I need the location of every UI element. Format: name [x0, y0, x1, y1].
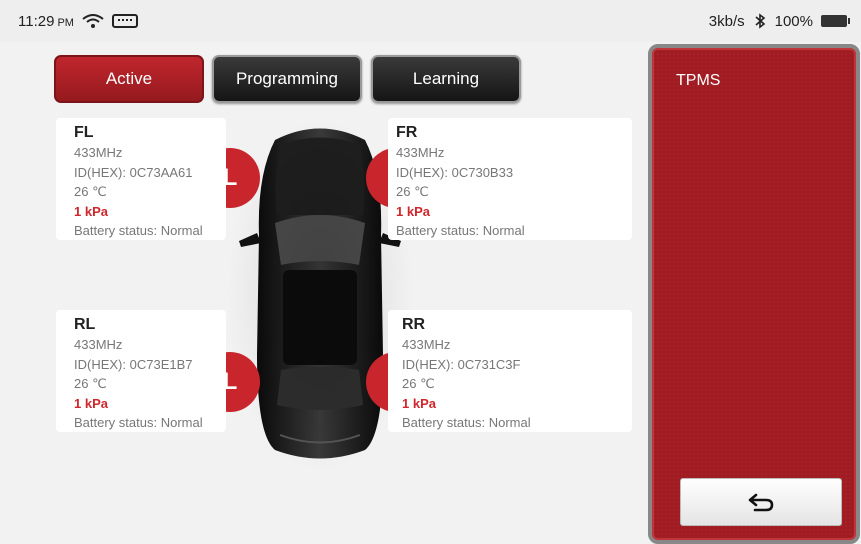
keyboard-icon: [111, 14, 138, 28]
back-arrow-icon: [748, 493, 774, 512]
clock-time: 11:29: [18, 12, 55, 30]
back-button[interactable]: [680, 478, 842, 526]
tire-temperature: 26 ℃: [396, 184, 429, 199]
tire-temperature: 26 ℃: [74, 184, 107, 199]
status-left: 11:29 PM: [18, 13, 138, 30]
wifi-icon: [82, 14, 104, 28]
tire-temperature: 26 ℃: [402, 376, 435, 391]
tire-id: ID(HEX): 0C731C3F: [402, 356, 521, 372]
tire-card-fr[interactable]: FR 433MHz ID(HEX): 0C730B33 26 ℃ 1 kPa B…: [388, 118, 632, 240]
tire-position: FL: [74, 124, 94, 141]
tab-programming[interactable]: Programming: [212, 55, 362, 103]
tire-pressure: 1 kPa: [396, 203, 430, 219]
tire-id: ID(HEX): 0C730B33: [396, 164, 514, 180]
tire-battery-status: Battery status: Normal: [74, 223, 203, 238]
tire-frequency: 433MHz: [396, 145, 445, 160]
status-bar: 11:29 PM 3kb/s 100%: [0, 0, 861, 42]
tire-pressure: 1 kPa: [402, 395, 436, 411]
tire-frequency: 433MHz: [74, 337, 123, 352]
tire-position: RL: [74, 316, 96, 333]
tire-id: ID(HEX): 0C73AA61: [74, 164, 193, 180]
status-right: 3kb/s 100%: [708, 12, 850, 30]
tire-battery-status: Battery status: Normal: [402, 415, 531, 430]
tire-frequency: 433MHz: [74, 145, 123, 160]
side-panel: TPMS: [648, 44, 860, 544]
clock-ampm: PM: [57, 16, 74, 29]
battery-percent: 100%: [774, 12, 813, 30]
tire-pressure: 1 kPa: [74, 395, 108, 411]
tire-card-fl[interactable]: FL 433MHz ID(HEX): 0C73AA61 26 ℃ 1 kPa B…: [56, 118, 226, 240]
network-speed: 3kb/s: [708, 12, 745, 30]
tire-battery-status: Battery status: Normal: [396, 223, 525, 238]
tire-temperature: 26 ℃: [74, 376, 107, 391]
tire-card-rr[interactable]: RR 433MHz ID(HEX): 0C731C3F 26 ℃ 1 kPa B…: [388, 310, 632, 432]
clock: 11:29 PM: [18, 13, 74, 30]
tire-position: RR: [402, 316, 426, 333]
tire-pressure: 1 kPa: [74, 203, 108, 219]
tire-id: ID(HEX): 0C73E1B7: [74, 356, 193, 372]
tire-card-rl[interactable]: RL 433MHz ID(HEX): 0C73E1B7 26 ℃ 1 kPa B…: [56, 310, 226, 432]
tab-active[interactable]: Active: [54, 55, 204, 103]
tire-frequency: 433MHz: [402, 337, 451, 352]
panel-title: TPMS: [676, 72, 721, 89]
tire-position: FR: [396, 124, 418, 141]
battery-icon: [821, 15, 850, 27]
bluetooth-icon: [755, 13, 765, 29]
tab-learning[interactable]: Learning: [371, 55, 521, 103]
tire-battery-status: Battery status: Normal: [74, 415, 203, 430]
